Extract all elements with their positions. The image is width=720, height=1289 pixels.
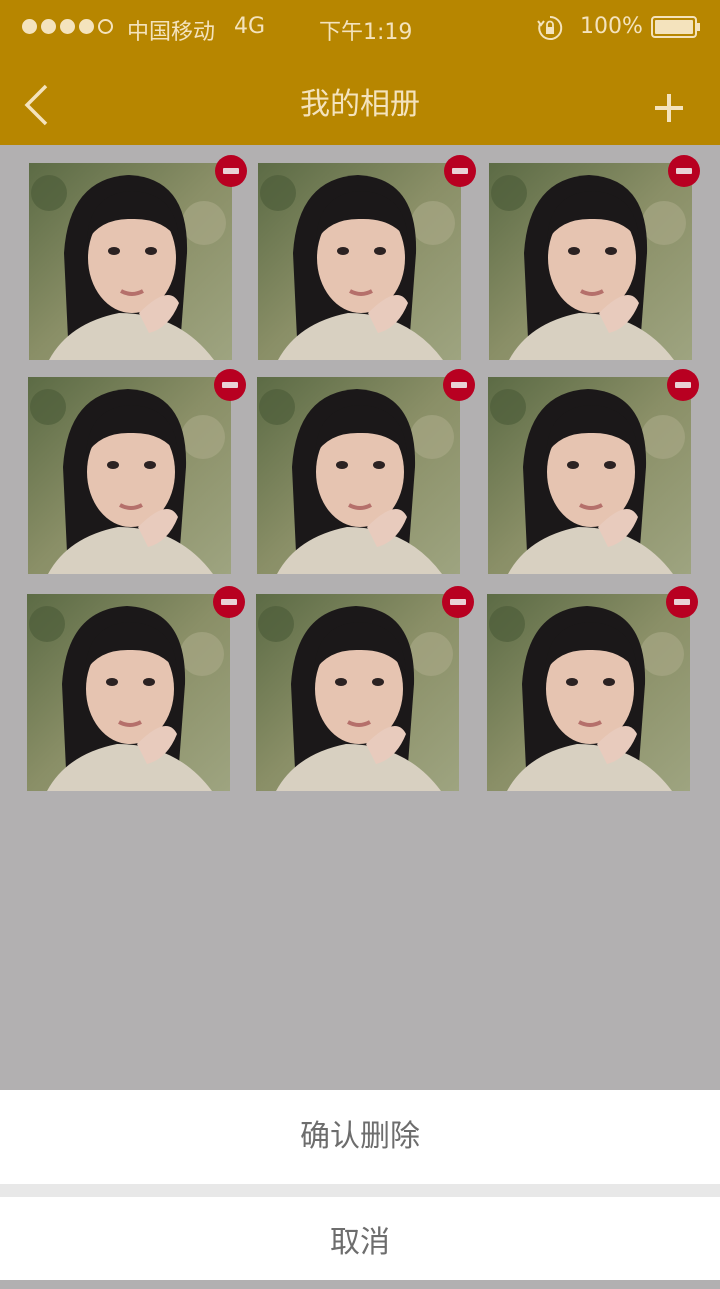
network-type: 4G [234,14,266,39]
navigation-bar: 我的相册 [0,55,720,145]
album-photo[interactable] [28,377,231,574]
battery-icon [651,16,700,38]
status-bar: 中国移动 4G 下午1:19 100% [0,0,720,55]
signal-dot-empty [98,19,113,34]
signal-dot [22,19,37,34]
battery-percentage: 100% [580,14,643,39]
album-photo[interactable] [258,163,461,360]
minus-circle-icon[interactable] [668,155,700,187]
album-photo[interactable] [487,594,690,791]
action-sheet: 确认删除 取消 [0,1090,720,1280]
album-photo[interactable] [27,594,230,791]
app-header: 中国移动 4G 下午1:19 100% 我的相册 [0,0,720,145]
album-photo[interactable] [256,594,459,791]
album-photo[interactable] [489,163,692,360]
minus-circle-icon[interactable] [214,369,246,401]
confirm-delete-button[interactable]: 确认删除 [0,1090,720,1184]
carrier-name: 中国移动 [127,20,216,45]
rotation-lock-icon [537,15,563,40]
status-time: 下午1:19 [319,20,413,45]
signal-dot [79,19,94,34]
album-photo[interactable] [488,377,691,574]
signal-strength-icon [22,19,113,34]
photo-grid [0,145,720,1090]
minus-circle-icon[interactable] [442,586,474,618]
signal-dot [60,19,75,34]
minus-circle-icon[interactable] [215,155,247,187]
signal-dot [41,19,56,34]
minus-circle-icon[interactable] [443,369,475,401]
cancel-button[interactable]: 取消 [0,1197,720,1280]
album-photo[interactable] [29,163,232,360]
album-photo[interactable] [257,377,460,574]
minus-circle-icon[interactable] [667,369,699,401]
minus-circle-icon[interactable] [666,586,698,618]
minus-circle-icon[interactable] [213,586,245,618]
minus-circle-icon[interactable] [444,155,476,187]
page-title: 我的相册 [300,87,420,122]
plus-icon[interactable] [654,93,684,123]
